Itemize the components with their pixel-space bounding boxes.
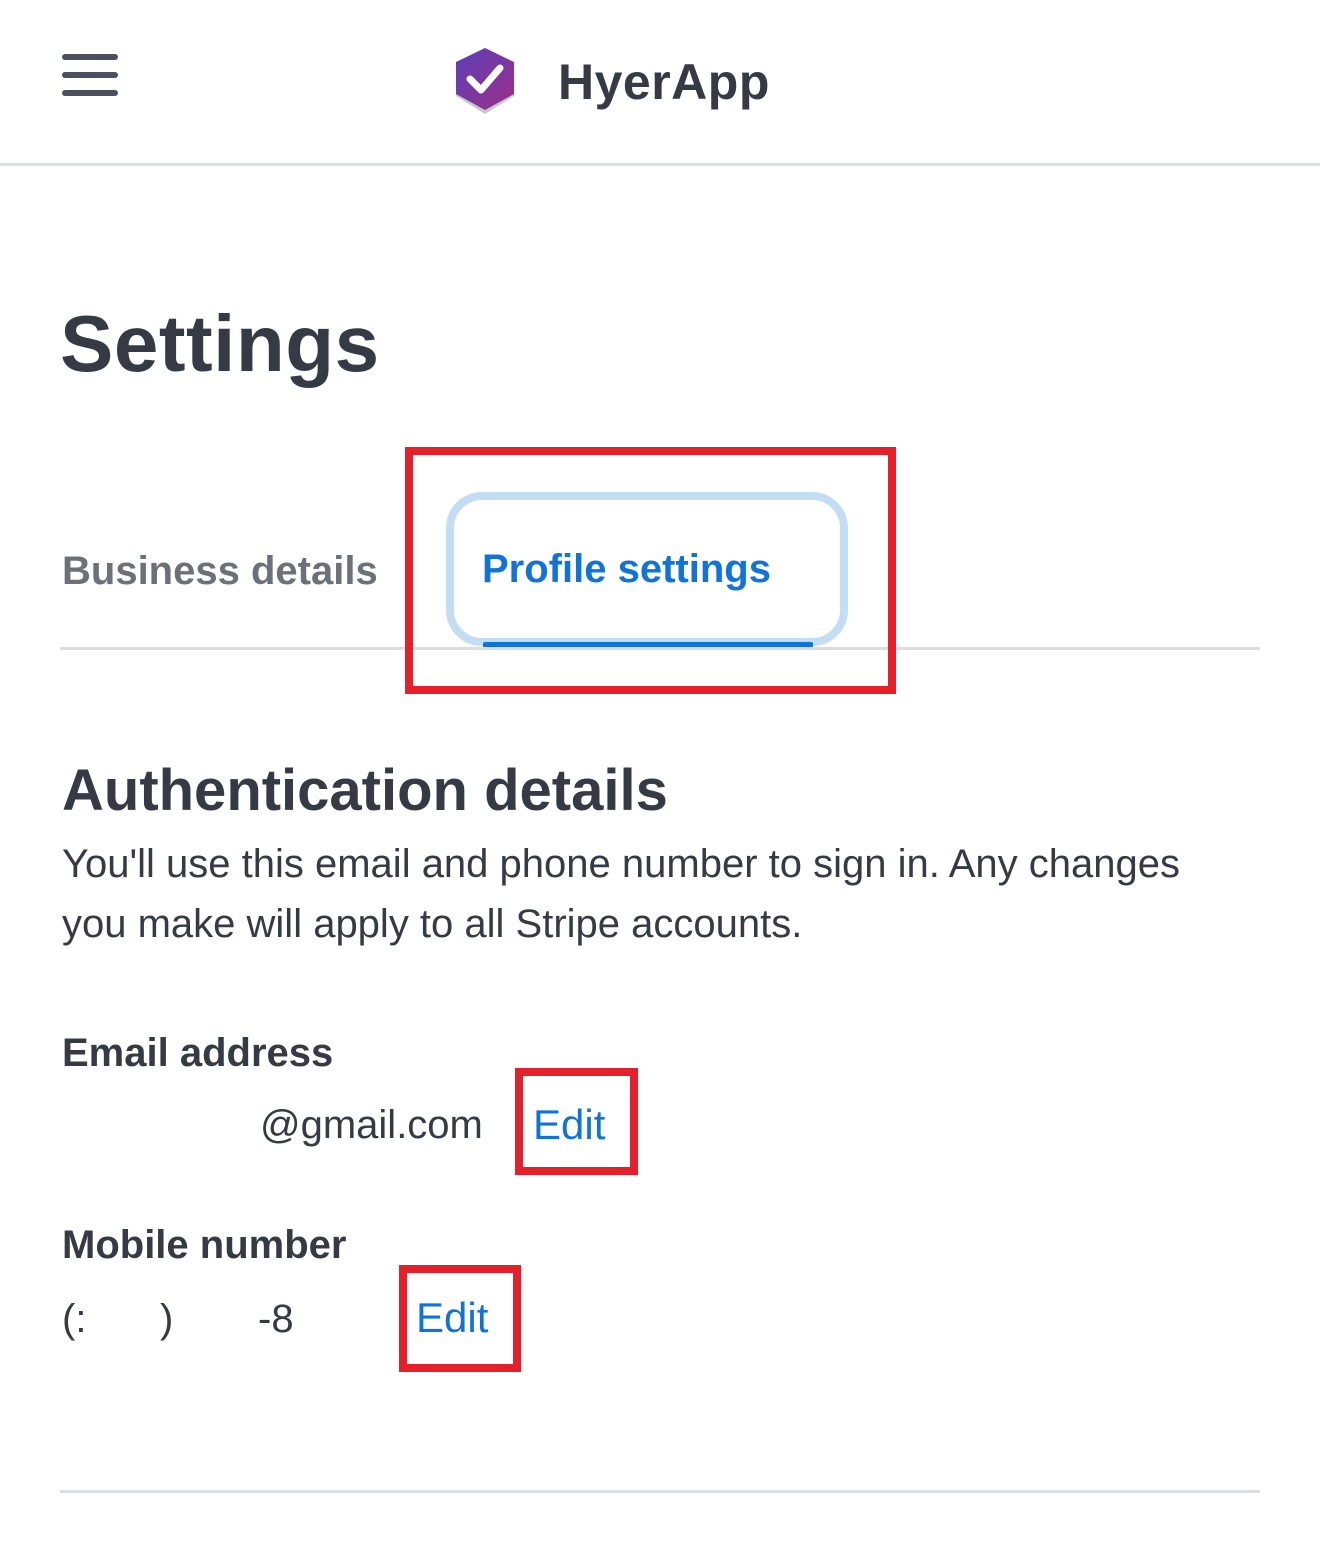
app-name: HyerApp	[558, 54, 770, 110]
mobile-value-part: (:	[62, 1297, 87, 1341]
section-title: Authentication details	[62, 758, 668, 823]
bottom-divider	[60, 1490, 1260, 1493]
hamburger-menu-icon[interactable]	[60, 50, 120, 100]
mobile-value-part: -8	[258, 1297, 294, 1341]
top-bar: HyerApp	[0, 0, 1320, 166]
settings-page: HyerApp Settings Business details Profil…	[0, 0, 1320, 1543]
email-value: @gmail.com	[260, 1103, 483, 1147]
section-description: You'll use this email and phone number t…	[62, 842, 1181, 946]
hyerapp-logo-icon	[456, 48, 514, 114]
mobile-label: Mobile number	[62, 1223, 347, 1267]
page-title: Settings	[60, 299, 380, 388]
annotation-box-profile-tab	[405, 447, 896, 694]
email-label: Email address	[62, 1031, 334, 1075]
annotation-box-mobile-edit	[399, 1265, 521, 1372]
annotation-box-email-edit	[515, 1068, 638, 1175]
tab-business-details[interactable]: Business details	[62, 546, 378, 596]
mobile-value-part: )	[160, 1297, 174, 1341]
